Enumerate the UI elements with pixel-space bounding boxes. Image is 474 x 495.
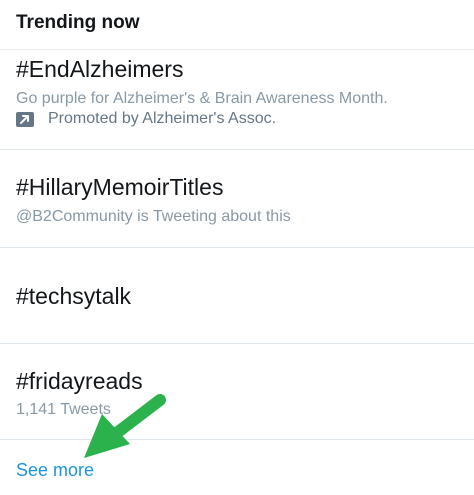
- trend-item[interactable]: #HillaryMemoirTitles @B2Community is Twe…: [0, 150, 474, 248]
- trend-name[interactable]: #techsytalk: [16, 283, 131, 310]
- trend-name[interactable]: #HillaryMemoirTitles: [16, 174, 223, 201]
- trend-name[interactable]: #fridayreads: [16, 368, 143, 395]
- trends-card: Trending now #EndAlzheimers Go purple fo…: [0, 0, 474, 495]
- trends-header: Trending now: [0, 0, 474, 50]
- trend-name[interactable]: #EndAlzheimers: [16, 56, 183, 83]
- trend-item[interactable]: #fridayreads 1,141 Tweets: [0, 344, 474, 440]
- trend-description: Go purple for Alzheimer's & Brain Awaren…: [16, 90, 388, 107]
- promoted-arrow-icon: [16, 111, 34, 127]
- trends-title: Trending now: [16, 12, 140, 33]
- trend-context: @B2Community is Tweeting about this: [16, 208, 291, 225]
- trend-item[interactable]: #techsytalk: [0, 248, 474, 344]
- promoted-label[interactable]: Promoted by Alzheimer's Assoc.: [48, 110, 276, 128]
- trend-tweet-count: 1,141 Tweets: [16, 401, 111, 418]
- promoted-row: Promoted by Alzheimer's Assoc.: [16, 110, 276, 128]
- trend-item[interactable]: #EndAlzheimers Go purple for Alzheimer's…: [0, 50, 474, 150]
- see-more-link[interactable]: See more: [16, 460, 94, 481]
